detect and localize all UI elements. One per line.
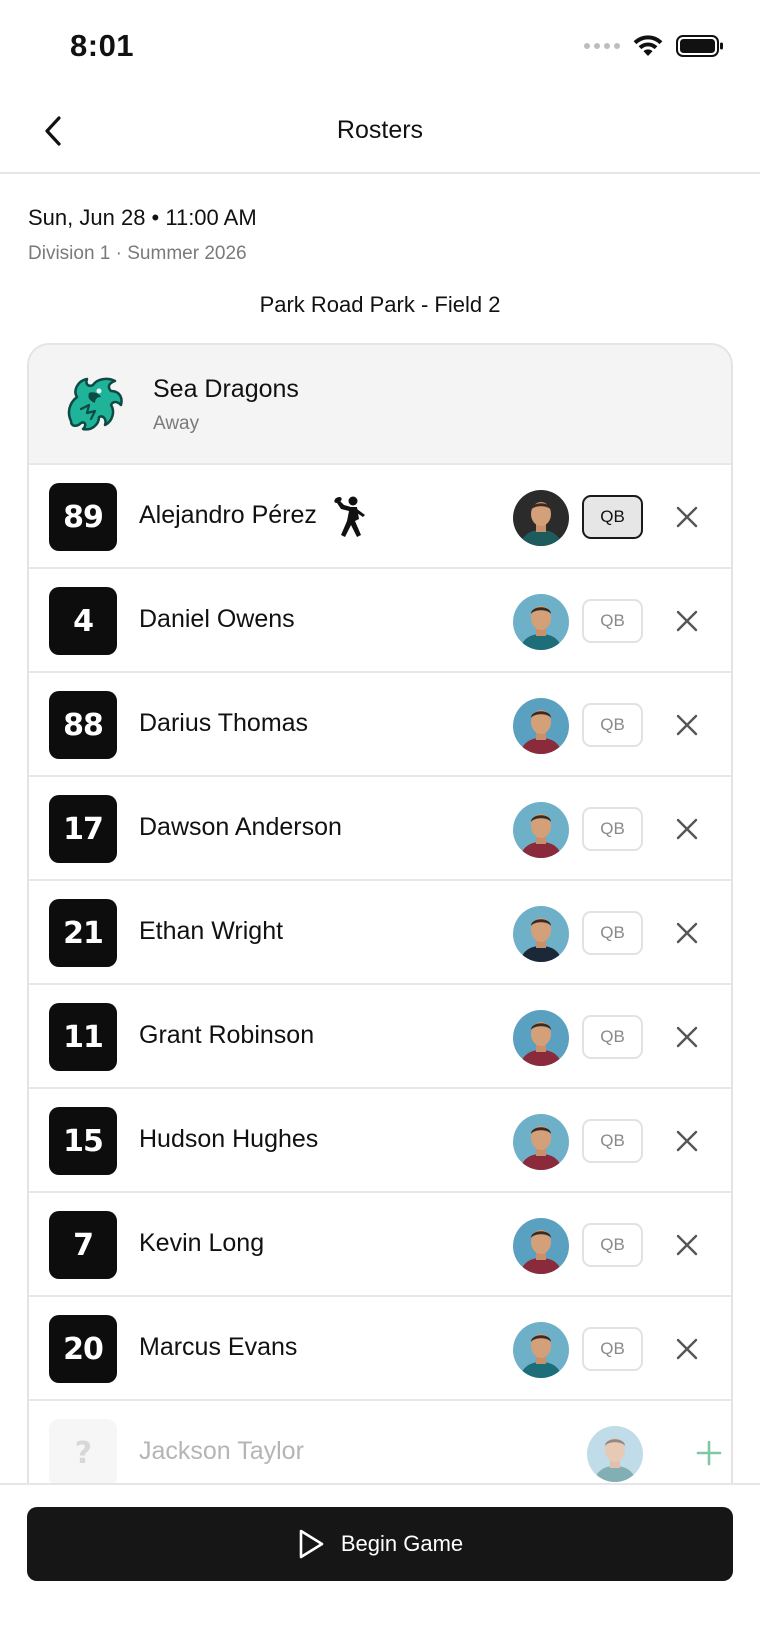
number-badge: 89 xyxy=(49,483,117,551)
team-name: Sea Dragons xyxy=(153,375,299,403)
remove-player-button[interactable] xyxy=(669,1019,705,1055)
remove-player-button[interactable] xyxy=(669,1227,705,1263)
avatar xyxy=(513,1322,569,1378)
number-badge: 11 xyxy=(49,1003,117,1071)
close-icon xyxy=(676,818,698,840)
begin-game-button[interactable]: Begin Game xyxy=(27,1507,733,1581)
avatar xyxy=(513,906,569,962)
player-row: 88 Darius Thomas QB xyxy=(29,671,731,775)
qb-toggle-button[interactable]: QB xyxy=(582,1015,643,1059)
qb-toggle-button[interactable]: QB xyxy=(582,807,643,851)
qb-toggle-button[interactable]: QB xyxy=(582,703,643,747)
inactive-player-row: ? Jackson Taylor xyxy=(29,1399,731,1483)
number-badge: 88 xyxy=(49,691,117,759)
avatar xyxy=(513,490,569,546)
number-badge: ? xyxy=(49,1419,117,1483)
player-name: Hudson Hughes xyxy=(139,1125,319,1153)
remove-player-button[interactable] xyxy=(669,1123,705,1159)
player-name: Grant Robinson xyxy=(139,1021,315,1049)
close-icon xyxy=(676,610,698,632)
status-bar: 8:01 xyxy=(0,0,760,90)
battery-icon xyxy=(676,35,723,57)
game-date: Sun, Jun 28 • 11:00 AM xyxy=(28,205,257,230)
player-row: 20 Marcus Evans QB xyxy=(29,1295,731,1399)
player-name: Kevin Long xyxy=(139,1229,265,1257)
player-name: Marcus Evans xyxy=(139,1333,298,1361)
close-icon xyxy=(676,714,698,736)
player-row: 7 Kevin Long QB xyxy=(29,1191,731,1295)
number-badge: 17 xyxy=(49,795,117,863)
avatar xyxy=(513,1218,569,1274)
avatar xyxy=(513,1114,569,1170)
wifi-icon xyxy=(633,35,663,56)
remove-player-button[interactable] xyxy=(669,499,705,535)
game-location: Park Road Park - Field 2 xyxy=(259,292,501,317)
remove-player-button[interactable] xyxy=(669,707,705,743)
signal-icon xyxy=(584,43,620,49)
qb-toggle-button[interactable]: QB xyxy=(582,495,643,539)
player-name: Ethan Wright xyxy=(139,917,284,945)
number-badge: 21 xyxy=(49,899,117,967)
player-row: 21 Ethan Wright QB xyxy=(29,879,731,983)
qb-toggle-button[interactable]: QB xyxy=(582,1119,643,1163)
qb-toggle-button[interactable]: QB xyxy=(582,1223,643,1267)
begin-game-label: Begin Game xyxy=(340,1531,464,1556)
quarterback-icon xyxy=(334,496,365,537)
number-badge: 7 xyxy=(49,1211,117,1279)
avatar xyxy=(513,594,569,650)
team-side: Away xyxy=(153,413,200,434)
add-player-button[interactable] xyxy=(691,1435,727,1471)
player-row: 11 Grant Robinson QB xyxy=(29,983,731,1087)
close-icon xyxy=(676,1234,698,1256)
nav-bar: Rosters xyxy=(0,90,760,174)
close-icon xyxy=(676,1130,698,1152)
player-row: 89 Alejandro Pérez QB xyxy=(29,463,731,567)
footer: Begin Game xyxy=(0,1483,760,1645)
player-name: Jackson Taylor xyxy=(139,1437,304,1465)
player-list: 89 Alejandro Pérez QB 4 Daniel Owens QB 88 Dari… xyxy=(29,463,731,1399)
plus-icon xyxy=(696,1440,722,1466)
roster-card: Sea Dragons Away 89 Alejandro Pérez QB 4 Dan… xyxy=(27,343,733,1483)
close-icon xyxy=(676,1338,698,1360)
team-header: Sea Dragons Away xyxy=(29,345,731,463)
close-icon xyxy=(676,506,698,528)
qb-toggle-button[interactable]: QB xyxy=(582,1327,643,1371)
number-badge: 4 xyxy=(49,587,117,655)
avatar xyxy=(513,802,569,858)
number-badge: 20 xyxy=(49,1315,117,1383)
player-name: Daniel Owens xyxy=(139,605,295,633)
player-row: 17 Dawson Anderson QB xyxy=(29,775,731,879)
player-row: 15 Hudson Hughes QB xyxy=(29,1087,731,1191)
number-badge: 15 xyxy=(49,1107,117,1175)
player-row: 4 Daniel Owens QB xyxy=(29,567,731,671)
close-icon xyxy=(676,922,698,944)
player-name: Dawson Anderson xyxy=(139,813,342,841)
close-icon xyxy=(676,1026,698,1048)
avatar xyxy=(587,1426,643,1482)
team-logo-dragon-icon xyxy=(67,377,123,431)
avatar xyxy=(513,698,569,754)
page-title: Rosters xyxy=(336,116,424,144)
remove-player-button[interactable] xyxy=(669,811,705,847)
qb-toggle-button[interactable]: QB xyxy=(582,911,643,955)
player-name: Alejandro Pérez xyxy=(139,501,317,529)
qb-toggle-button[interactable]: QB xyxy=(582,599,643,643)
remove-player-button[interactable] xyxy=(669,1331,705,1367)
play-icon xyxy=(299,1529,324,1559)
remove-player-button[interactable] xyxy=(669,915,705,951)
avatar xyxy=(513,1010,569,1066)
status-icons xyxy=(584,34,724,58)
game-division: Division 1 · Summer 2026 xyxy=(28,243,247,264)
status-time: 8:01 xyxy=(70,28,135,63)
remove-player-button[interactable] xyxy=(669,603,705,639)
player-name: Darius Thomas xyxy=(139,709,309,737)
